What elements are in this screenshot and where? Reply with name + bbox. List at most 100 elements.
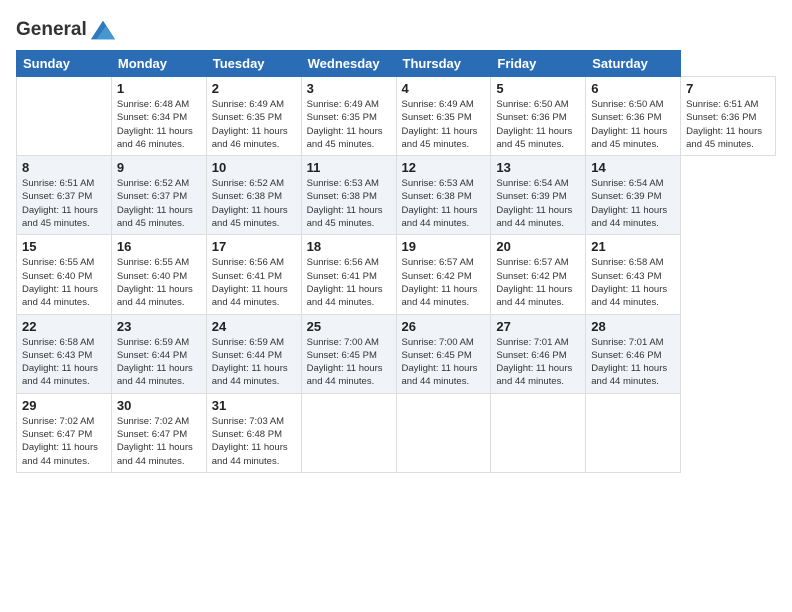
- calendar-cell: [396, 393, 491, 472]
- calendar-cell: 29 Sunrise: 7:02 AM Sunset: 6:47 PM Dayli…: [17, 393, 112, 472]
- day-info: Sunrise: 7:03 AM Sunset: 6:48 PM Dayligh…: [212, 415, 296, 468]
- day-number: 27: [496, 319, 580, 334]
- day-number: 6: [591, 81, 675, 96]
- day-info: Sunrise: 6:56 AM Sunset: 6:41 PM Dayligh…: [212, 256, 296, 309]
- day-info: Sunrise: 6:52 AM Sunset: 6:38 PM Dayligh…: [212, 177, 296, 230]
- calendar-cell: 19 Sunrise: 6:57 AM Sunset: 6:42 PM Dayli…: [396, 235, 491, 314]
- calendar-cell: 10Sunrise: 6:52 AM Sunset: 6:38 PM Dayli…: [206, 156, 301, 235]
- day-info: Sunrise: 6:49 AM Sunset: 6:35 PM Dayligh…: [307, 98, 391, 151]
- logo-general: General: [16, 19, 87, 41]
- calendar-cell: 18 Sunrise: 6:56 AM Sunset: 6:41 PM Dayli…: [301, 235, 396, 314]
- calendar-week-row: 22 Sunrise: 6:58 AM Sunset: 6:43 PM Dayli…: [17, 314, 776, 393]
- calendar-cell: 30 Sunrise: 7:02 AM Sunset: 6:47 PM Dayli…: [111, 393, 206, 472]
- day-header-tuesday: Tuesday: [206, 51, 301, 77]
- day-info: Sunrise: 6:52 AM Sunset: 6:37 PM Dayligh…: [117, 177, 201, 230]
- day-number: 30: [117, 398, 201, 413]
- day-number: 3: [307, 81, 391, 96]
- day-number: 18: [307, 239, 391, 254]
- day-number: 8: [22, 160, 106, 175]
- day-number: 31: [212, 398, 296, 413]
- day-info: Sunrise: 6:53 AM Sunset: 6:38 PM Dayligh…: [307, 177, 391, 230]
- day-number: 12: [402, 160, 486, 175]
- calendar-cell: 9Sunrise: 6:52 AM Sunset: 6:37 PM Daylig…: [111, 156, 206, 235]
- day-header-monday: Monday: [111, 51, 206, 77]
- day-number: 5: [496, 81, 580, 96]
- day-info: Sunrise: 7:00 AM Sunset: 6:45 PM Dayligh…: [307, 336, 391, 389]
- day-number: 17: [212, 239, 296, 254]
- calendar-week-row: 15 Sunrise: 6:55 AM Sunset: 6:40 PM Dayli…: [17, 235, 776, 314]
- day-info: Sunrise: 6:57 AM Sunset: 6:42 PM Dayligh…: [402, 256, 486, 309]
- calendar-week-row: 8 Sunrise: 6:51 AM Sunset: 6:37 PM Daylig…: [17, 156, 776, 235]
- calendar-cell: 7 Sunrise: 6:51 AM Sunset: 6:36 PM Daylig…: [681, 77, 776, 156]
- calendar-cell: 16 Sunrise: 6:55 AM Sunset: 6:40 PM Dayli…: [111, 235, 206, 314]
- calendar-cell: 11 Sunrise: 6:53 AM Sunset: 6:38 PM Dayli…: [301, 156, 396, 235]
- calendar-cell: 21 Sunrise: 6:58 AM Sunset: 6:43 PM Dayli…: [586, 235, 681, 314]
- day-info: Sunrise: 6:55 AM Sunset: 6:40 PM Dayligh…: [117, 256, 201, 309]
- calendar-cell: 6 Sunrise: 6:50 AM Sunset: 6:36 PM Daylig…: [586, 77, 681, 156]
- day-number: 15: [22, 239, 106, 254]
- calendar-cell: 23 Sunrise: 6:59 AM Sunset: 6:44 PM Dayli…: [111, 314, 206, 393]
- calendar-cell: 2 Sunrise: 6:49 AM Sunset: 6:35 PM Daylig…: [206, 77, 301, 156]
- calendar-table: SundayMondayTuesdayWednesdayThursdayFrid…: [16, 50, 776, 473]
- calendar-header-row: SundayMondayTuesdayWednesdayThursdayFrid…: [17, 51, 776, 77]
- day-info: Sunrise: 6:50 AM Sunset: 6:36 PM Dayligh…: [591, 98, 675, 151]
- day-info: Sunrise: 6:59 AM Sunset: 6:44 PM Dayligh…: [117, 336, 201, 389]
- calendar-cell: 27 Sunrise: 7:01 AM Sunset: 6:46 PM Dayli…: [491, 314, 586, 393]
- day-info: Sunrise: 6:58 AM Sunset: 6:43 PM Dayligh…: [591, 256, 675, 309]
- day-number: 20: [496, 239, 580, 254]
- day-number: 24: [212, 319, 296, 334]
- calendar-cell: 5 Sunrise: 6:50 AM Sunset: 6:36 PM Daylig…: [491, 77, 586, 156]
- day-info: Sunrise: 6:54 AM Sunset: 6:39 PM Dayligh…: [591, 177, 675, 230]
- page-header: General: [16, 16, 776, 40]
- day-info: Sunrise: 6:49 AM Sunset: 6:35 PM Dayligh…: [212, 98, 296, 151]
- calendar-cell: 25Sunrise: 7:00 AM Sunset: 6:45 PM Dayli…: [301, 314, 396, 393]
- day-header-thursday: Thursday: [396, 51, 491, 77]
- calendar-cell: [301, 393, 396, 472]
- calendar-cell: 22 Sunrise: 6:58 AM Sunset: 6:43 PM Dayli…: [17, 314, 112, 393]
- day-info: Sunrise: 6:57 AM Sunset: 6:42 PM Dayligh…: [496, 256, 580, 309]
- day-info: Sunrise: 6:53 AM Sunset: 6:38 PM Dayligh…: [402, 177, 486, 230]
- calendar-cell: 13Sunrise: 6:54 AM Sunset: 6:39 PM Dayli…: [491, 156, 586, 235]
- day-info: Sunrise: 6:54 AM Sunset: 6:39 PM Dayligh…: [496, 177, 580, 230]
- calendar-cell: 26 Sunrise: 7:00 AM Sunset: 6:45 PM Dayli…: [396, 314, 491, 393]
- calendar-cell: 24 Sunrise: 6:59 AM Sunset: 6:44 PM Dayli…: [206, 314, 301, 393]
- calendar-cell: 14 Sunrise: 6:54 AM Sunset: 6:39 PM Dayli…: [586, 156, 681, 235]
- day-info: Sunrise: 6:50 AM Sunset: 6:36 PM Dayligh…: [496, 98, 580, 151]
- logo: General: [16, 16, 117, 40]
- day-number: 22: [22, 319, 106, 334]
- day-number: 26: [402, 319, 486, 334]
- day-info: Sunrise: 6:58 AM Sunset: 6:43 PM Dayligh…: [22, 336, 106, 389]
- calendar-cell: [491, 393, 586, 472]
- day-info: Sunrise: 6:48 AM Sunset: 6:34 PM Dayligh…: [117, 98, 201, 151]
- day-info: Sunrise: 6:51 AM Sunset: 6:37 PM Dayligh…: [22, 177, 106, 230]
- day-header-wednesday: Wednesday: [301, 51, 396, 77]
- day-number: 29: [22, 398, 106, 413]
- calendar-cell: [17, 77, 112, 156]
- day-info: Sunrise: 7:02 AM Sunset: 6:47 PM Dayligh…: [117, 415, 201, 468]
- day-info: Sunrise: 7:01 AM Sunset: 6:46 PM Dayligh…: [591, 336, 675, 389]
- day-number: 28: [591, 319, 675, 334]
- day-number: 11: [307, 160, 391, 175]
- day-number: 2: [212, 81, 296, 96]
- day-header-sunday: Sunday: [17, 51, 112, 77]
- day-number: 14: [591, 160, 675, 175]
- day-info: Sunrise: 6:59 AM Sunset: 6:44 PM Dayligh…: [212, 336, 296, 389]
- page-container: General SundayMondayTuesdayWednesdayThur…: [0, 0, 792, 481]
- day-info: Sunrise: 6:56 AM Sunset: 6:41 PM Dayligh…: [307, 256, 391, 309]
- calendar-cell: 4Sunrise: 6:49 AM Sunset: 6:35 PM Daylig…: [396, 77, 491, 156]
- day-info: Sunrise: 7:02 AM Sunset: 6:47 PM Dayligh…: [22, 415, 106, 468]
- day-number: 7: [686, 81, 770, 96]
- day-number: 21: [591, 239, 675, 254]
- day-info: Sunrise: 6:51 AM Sunset: 6:36 PM Dayligh…: [686, 98, 770, 151]
- calendar-cell: 31 Sunrise: 7:03 AM Sunset: 6:48 PM Dayli…: [206, 393, 301, 472]
- day-number: 19: [402, 239, 486, 254]
- calendar-cell: 17 Sunrise: 6:56 AM Sunset: 6:41 PM Dayli…: [206, 235, 301, 314]
- day-header-saturday: Saturday: [586, 51, 681, 77]
- day-number: 1: [117, 81, 201, 96]
- day-number: 16: [117, 239, 201, 254]
- day-info: Sunrise: 7:01 AM Sunset: 6:46 PM Dayligh…: [496, 336, 580, 389]
- day-info: Sunrise: 6:49 AM Sunset: 6:35 PM Dayligh…: [402, 98, 486, 151]
- day-info: Sunrise: 7:00 AM Sunset: 6:45 PM Dayligh…: [402, 336, 486, 389]
- day-number: 23: [117, 319, 201, 334]
- calendar-cell: 1 Sunrise: 6:48 AM Sunset: 6:34 PM Daylig…: [111, 77, 206, 156]
